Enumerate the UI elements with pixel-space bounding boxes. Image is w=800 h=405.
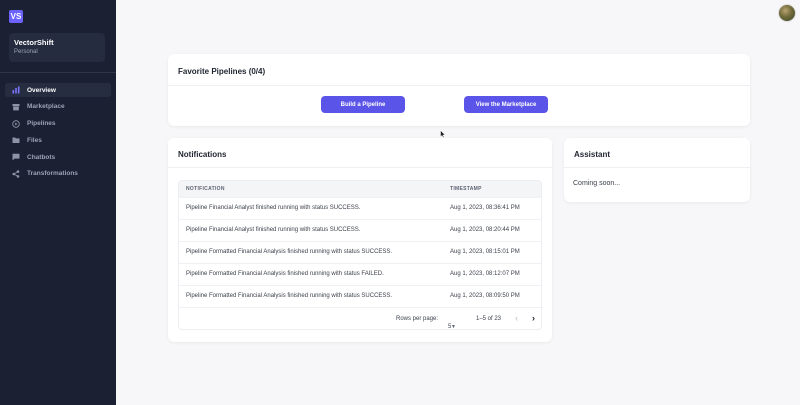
notifications-title: Notifications [178, 150, 227, 159]
notification-message: Pipeline Financial Analyst finished runn… [186, 227, 361, 233]
rows-per-page-label: Rows per page: [396, 316, 439, 322]
sidebar-item-label: Pipelines [27, 120, 56, 128]
table-pagination: Rows per page: 5 ▼ 1–5 of 23 ‹ › [179, 307, 543, 330]
card-divider [564, 167, 750, 168]
assistant-title: Assistant [574, 150, 611, 159]
table-row[interactable]: Pipeline Formatted Financial Analysis fi… [179, 241, 541, 263]
notification-timestamp: Aug 1, 2023, 08:09:50 PM [450, 293, 520, 299]
app-logo[interactable]: VS [9, 10, 23, 23]
column-header-notification[interactable]: NOTIFICATION [186, 186, 225, 192]
sidebar-item-label: Chatbots [27, 153, 56, 161]
bar-chart-icon [12, 86, 20, 94]
user-avatar[interactable] [778, 4, 796, 22]
mouse-cursor-icon [440, 130, 446, 138]
chevron-down-icon: ▼ [451, 324, 456, 330]
favorite-pipelines-title: Favorite Pipelines (0/4) [178, 67, 266, 76]
notification-message: Pipeline Formatted Financial Analysis fi… [186, 249, 393, 255]
column-header-timestamp[interactable]: TIMESTAMP [450, 186, 482, 192]
table-header: NOTIFICATION TIMESTAMP [179, 181, 541, 197]
notifications-table: NOTIFICATION TIMESTAMP Pipeline Financia… [178, 180, 543, 330]
share-icon [12, 170, 20, 178]
table-row[interactable]: Pipeline Formatted Financial Analysis fi… [179, 263, 541, 285]
sidebar: VS VectorShift Personal Overview Marketp… [0, 0, 116, 405]
table-row[interactable]: Pipeline Financial Analyst finished runn… [179, 197, 541, 219]
sidebar-item-files[interactable]: Files [5, 133, 111, 147]
notifications-card: Notifications NOTIFICATION TIMESTAMP Pip… [168, 138, 552, 342]
sidebar-item-pipelines[interactable]: Pipelines [5, 117, 111, 131]
build-pipeline-button[interactable]: Build a Pipeline [321, 96, 405, 113]
notification-message: Pipeline Formatted Financial Analysis fi… [186, 293, 393, 299]
folder-icon [12, 136, 20, 144]
previous-page-icon[interactable]: ‹ [515, 313, 518, 323]
store-icon [12, 103, 20, 111]
sidebar-divider [0, 72, 116, 73]
sidebar-item-label: Transformations [27, 170, 78, 178]
sidebar-nav: Overview Marketplace Pipelines Files Cha… [5, 83, 111, 184]
sidebar-item-chatbots[interactable]: Chatbots [5, 150, 111, 164]
notification-timestamp: Aug 1, 2023, 08:36:41 PM [450, 205, 520, 211]
play-circle-icon [12, 119, 20, 128]
card-divider [168, 167, 552, 168]
pagination-range: 1–5 of 23 [476, 316, 502, 322]
notification-message: Pipeline Financial Analyst finished runn… [186, 205, 361, 211]
notification-timestamp: Aug 1, 2023, 08:20:44 PM [450, 227, 520, 233]
notification-timestamp: Aug 1, 2023, 08:15:01 PM [450, 249, 520, 255]
sidebar-item-label: Overview [27, 86, 56, 94]
assistant-status-text: Coming soon... [573, 180, 621, 187]
sidebar-item-marketplace[interactable]: Marketplace [5, 100, 111, 114]
workspace-name: VectorShift [14, 38, 54, 47]
sidebar-item-label: Files [27, 136, 42, 144]
assistant-card: Assistant Coming soon... [564, 138, 750, 202]
favorite-pipelines-card: Favorite Pipelines (0/4) Build a Pipelin… [168, 54, 750, 126]
notification-timestamp: Aug 1, 2023, 08:12:07 PM [450, 271, 520, 277]
notification-message: Pipeline Formatted Financial Analysis fi… [186, 271, 384, 277]
workspace-switcher[interactable]: VectorShift Personal [9, 33, 105, 62]
next-page-icon[interactable]: › [532, 313, 535, 323]
sidebar-item-transformations[interactable]: Transformations [5, 167, 111, 181]
table-row[interactable]: Pipeline Formatted Financial Analysis fi… [179, 285, 541, 307]
table-row[interactable]: Pipeline Financial Analyst finished runn… [179, 219, 541, 241]
view-marketplace-button[interactable]: View the Marketplace [464, 96, 548, 113]
chat-icon [12, 153, 20, 161]
card-divider [168, 85, 750, 86]
workspace-type: Personal [14, 49, 38, 55]
sidebar-item-overview[interactable]: Overview [5, 83, 111, 97]
sidebar-item-label: Marketplace [27, 103, 65, 111]
